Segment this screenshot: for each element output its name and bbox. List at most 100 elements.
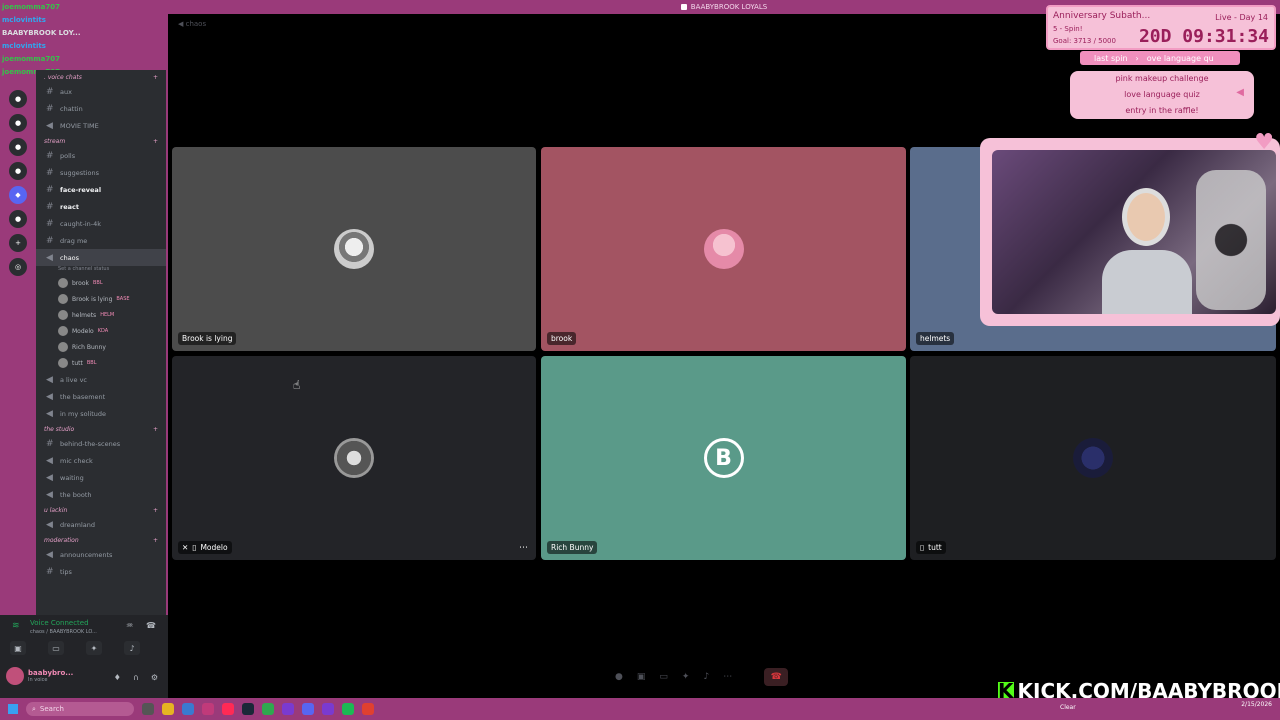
voice-user[interactable]: Brook is lying BASE — [36, 291, 166, 307]
category-the-studio[interactable]: the studio + — [36, 422, 166, 435]
channel-face-reveal[interactable]: # face-reveal — [36, 181, 166, 198]
voice-user[interactable]: Rich Bunny — [36, 339, 166, 355]
mic-icon[interactable]: ♦ — [114, 673, 121, 682]
app-icon[interactable] — [222, 703, 234, 715]
webcam-frame: ♥ — [980, 130, 1280, 326]
user-panel[interactable]: baabybro... In voice — [6, 667, 73, 685]
taskbar-search[interactable]: ⌕ Search — [26, 702, 134, 716]
screenshare-button[interactable]: ▭ — [48, 641, 64, 655]
add-channel-icon[interactable]: + — [153, 537, 158, 544]
app-icon[interactable] — [322, 703, 334, 715]
channel-announcements[interactable]: ◀ announcements — [36, 546, 166, 563]
app-icon[interactable] — [202, 703, 214, 715]
weather-label[interactable]: Clear — [1060, 704, 1076, 711]
channel-the-booth[interactable]: ◀ the booth — [36, 486, 166, 503]
server-icon[interactable]: ● — [9, 114, 27, 132]
voice-user[interactable]: helmets HELM — [36, 307, 166, 323]
voice-user[interactable]: brook BBL — [36, 275, 166, 291]
server-icon[interactable]: ● — [9, 138, 27, 156]
participant-tile[interactable]: brook — [541, 147, 906, 351]
hash-icon: # — [46, 235, 54, 246]
channel-in-my-solitude[interactable]: ◀ in my solitude — [36, 405, 166, 422]
participant-label: brook — [547, 332, 577, 345]
speaker-icon: ◀ — [46, 549, 53, 560]
server-icon[interactable]: ● — [9, 90, 27, 108]
channel-tips[interactable]: # tips — [36, 563, 166, 580]
channel-chattin[interactable]: # chattin — [36, 100, 166, 117]
voice-connected-label[interactable]: Voice Connected — [30, 619, 89, 627]
participant-tile[interactable]: B Rich Bunny — [541, 356, 906, 560]
disconnect-button[interactable]: ☎ — [764, 668, 789, 686]
spotify-icon[interactable] — [342, 703, 354, 715]
channel-polls[interactable]: # polls — [36, 147, 166, 164]
channel-dreamland[interactable]: ◀ dreamland — [36, 516, 166, 533]
channel-status[interactable]: Set a channel status — [36, 266, 166, 275]
activity-icon[interactable]: ✦ — [682, 672, 690, 682]
disconnect-icon[interactable]: ☎ — [146, 621, 156, 630]
channel-chaos[interactable]: ◀ chaos — [36, 249, 166, 266]
participant-tile[interactable]: ▯ tutt — [910, 356, 1276, 560]
voice-user[interactable]: tutt BBL — [36, 355, 166, 371]
spin-item: pink makeup challenge — [1115, 74, 1209, 83]
clock[interactable]: 2/15/2026 — [1241, 701, 1272, 709]
category-u-lackin[interactable]: u lackin + — [36, 503, 166, 516]
last-spin-value: ove language qu — [1146, 53, 1214, 63]
gear-icon[interactable]: ⚙ — [151, 673, 158, 682]
more-icon[interactable]: ⋯ — [723, 672, 732, 682]
channel-react[interactable]: # react — [36, 198, 166, 215]
headphones-icon[interactable]: ∩ — [133, 673, 139, 682]
screenshare-icon[interactable]: ▭ — [659, 672, 668, 682]
soundboard-icon[interactable]: ♪ — [703, 672, 709, 682]
app-icon[interactable] — [182, 703, 194, 715]
soundboard-button[interactable]: ♪ — [124, 641, 140, 655]
category-voice-chats[interactable]: . voice chats + — [36, 70, 166, 83]
task-view-icon[interactable] — [142, 703, 154, 715]
server-icon[interactable]: ◆ — [9, 186, 27, 204]
add-channel-icon[interactable]: + — [153, 138, 158, 145]
streamer — [1102, 180, 1192, 314]
windows-start-icon[interactable] — [8, 704, 18, 714]
voice-user-name: Modelo — [72, 327, 94, 335]
category-stream[interactable]: stream + — [36, 134, 166, 147]
add-server-icon[interactable]: + — [9, 234, 27, 252]
user-status: In voice — [28, 677, 48, 683]
app-icon[interactable] — [362, 703, 374, 715]
participant-name: Modelo — [200, 543, 228, 552]
file-explorer-icon[interactable] — [162, 703, 174, 715]
category-moderation[interactable]: moderation + — [36, 533, 166, 546]
voice-user[interactable]: Modelo KDA — [36, 323, 166, 339]
channel-drag-me[interactable]: # drag me — [36, 232, 166, 249]
participant-label: ✕ ▯ Modelo — [178, 541, 232, 554]
channel-caught-in-4k[interactable]: # caught-in-4k — [36, 215, 166, 232]
participant-tile[interactable]: Brook is lying — [172, 147, 536, 351]
noise-icon[interactable]: ♒ — [126, 621, 133, 630]
activity-button[interactable]: ✦ — [86, 641, 102, 655]
hash-icon: # — [46, 150, 54, 161]
add-channel-icon[interactable]: + — [153, 74, 158, 81]
voice-connected-sub[interactable]: chaos / BAABYBROOK LO... — [30, 629, 97, 635]
channel-waiting[interactable]: ◀ waiting — [36, 469, 166, 486]
app-icon[interactable] — [282, 703, 294, 715]
discover-icon[interactable]: ◎ — [9, 258, 27, 276]
channel-movie-time[interactable]: ◀ MOVIE TIME — [36, 117, 166, 134]
add-channel-icon[interactable]: + — [153, 507, 158, 514]
channel-a-live-vc[interactable]: ◀ a live vc — [36, 371, 166, 388]
channel-the-basement[interactable]: ◀ the basement — [36, 388, 166, 405]
steam-icon[interactable] — [242, 703, 254, 715]
camera-button[interactable]: ▣ — [10, 641, 26, 655]
user-tag: HELM — [100, 312, 115, 318]
channel-aux[interactable]: # aux — [36, 83, 166, 100]
channel-mic-check[interactable]: ◀ mic check — [36, 452, 166, 469]
server-icon[interactable]: ● — [9, 162, 27, 180]
more-options-icon[interactable]: ⋯ — [519, 543, 528, 553]
subathon-title: Anniversary Subath... — [1053, 11, 1151, 21]
server-icon[interactable]: ● — [9, 210, 27, 228]
channel-suggestions[interactable]: # suggestions — [36, 164, 166, 181]
channel-behind-the-scenes[interactable]: # behind-the-scenes — [36, 435, 166, 452]
add-channel-icon[interactable]: + — [153, 426, 158, 433]
participant-tile[interactable]: ✕ ▯ Modelo ⋯ — [172, 356, 536, 560]
camera-icon[interactable]: ▣ — [637, 672, 646, 682]
mic-icon[interactable]: ● — [615, 672, 623, 682]
discord-icon[interactable] — [302, 703, 314, 715]
app-icon[interactable] — [262, 703, 274, 715]
